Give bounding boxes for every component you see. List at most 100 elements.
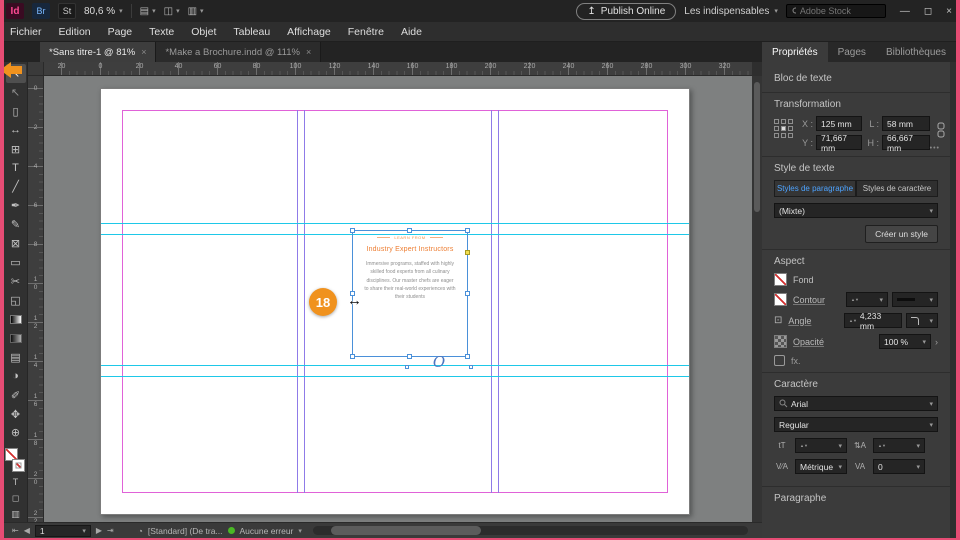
x-position-field[interactable]: 125 mm <box>816 116 862 131</box>
ruler-guide[interactable] <box>101 376 689 377</box>
frame-handle[interactable] <box>407 354 412 359</box>
more-options-icon[interactable]: ••• <box>930 145 940 152</box>
columns-options-menu[interactable]: ▥ ▾ <box>188 6 204 17</box>
constrain-proportions-icon[interactable] <box>936 122 946 143</box>
menu-tableau[interactable]: Tableau <box>233 26 270 38</box>
zoom-tool[interactable]: ⊕ <box>6 424 26 443</box>
gap-tool[interactable]: ↔ <box>6 121 26 140</box>
create-style-button[interactable]: Créer un style <box>865 225 938 243</box>
frame-handle[interactable] <box>465 354 470 359</box>
color-theme-tool[interactable]: ◑ <box>6 367 26 386</box>
ruler-origin-corner[interactable] <box>28 62 44 76</box>
tracking-select[interactable]: 0 ▾ <box>873 459 925 474</box>
height-field[interactable]: 66,667 mm <box>882 133 930 153</box>
rectangle-tool[interactable]: ▭ <box>6 253 26 272</box>
frame-handle[interactable] <box>465 228 470 233</box>
leading-select[interactable]: ▲▼ ▾ <box>873 438 925 453</box>
stroke-type-select[interactable]: ▾ <box>892 292 938 307</box>
frame-handle[interactable] <box>405 365 409 369</box>
minimize-button[interactable]: — <box>900 6 910 17</box>
page-tool[interactable]: ▯ <box>6 102 26 121</box>
selected-text-frame[interactable]: LEARN FROM Industry Expert Instructors I… <box>350 228 470 359</box>
opacity-select[interactable]: 100 % ▾ <box>879 334 931 349</box>
corner-shape-select[interactable]: ▾ <box>906 313 938 328</box>
stepper-icons[interactable]: ▲▼ <box>800 443 808 448</box>
menu-objet[interactable]: Objet <box>191 26 216 38</box>
width-field[interactable]: 58 mm <box>882 116 930 131</box>
font-style-select[interactable]: Regular ▾ <box>774 417 938 432</box>
content-collector-tool[interactable]: ⊞ <box>6 140 26 159</box>
adobe-stock-search[interactable] <box>785 4 886 18</box>
paragraph-styles-tab[interactable]: Styles de paragraphe <box>774 180 856 197</box>
tab-bibliotheques[interactable]: Bibliothèques <box>876 42 956 62</box>
tab-proprietes[interactable]: Propriétés <box>762 42 828 62</box>
gradient-swatch-tool[interactable] <box>6 310 26 329</box>
document-presets-menu[interactable]: ▤ ▾ <box>140 6 156 17</box>
search-input[interactable] <box>799 6 880 16</box>
stroke-label[interactable]: Contour <box>793 295 825 305</box>
gradient-feather-tool[interactable] <box>6 329 26 348</box>
menu-texte[interactable]: Texte <box>149 26 174 38</box>
frame-handle[interactable] <box>465 290 470 296</box>
character-styles-tab[interactable]: Styles de caractère <box>856 180 938 197</box>
expand-arrow-icon[interactable]: › <box>935 337 938 347</box>
screen-mode-toggle[interactable]: ▥ <box>6 506 26 522</box>
y-position-field[interactable]: 71,667 mm <box>816 133 862 153</box>
font-family-select[interactable]: Arial ▾ <box>774 396 938 411</box>
menu-aide[interactable]: Aide <box>401 26 422 38</box>
note-tool[interactable]: ▤ <box>6 348 26 367</box>
free-transform-tool[interactable]: ◱ <box>6 291 26 310</box>
chevron-down-icon[interactable]: ▾ <box>298 527 302 535</box>
effects-icon[interactable] <box>774 355 785 366</box>
fx-label[interactable]: fx. <box>791 356 801 366</box>
kerning-select[interactable]: Métrique ▾ <box>795 459 847 474</box>
maximize-button[interactable]: ◻ <box>924 6 932 17</box>
opacity-label[interactable]: Opacité <box>793 337 824 347</box>
formatting-affects-text-toggle[interactable]: T <box>6 474 26 490</box>
direct-selection-tool[interactable]: ↖ <box>6 83 26 102</box>
workspace-switcher[interactable]: Les indispensables ▾ <box>684 6 778 17</box>
frame-handle[interactable] <box>407 228 412 233</box>
type-tool[interactable]: T <box>6 159 26 178</box>
stepper-icons[interactable]: ▲▼ <box>849 318 857 323</box>
pencil-tool[interactable]: ✎ <box>6 215 26 234</box>
grid-options-menu[interactable]: ◫ ▾ <box>164 6 180 17</box>
close-icon[interactable]: × <box>141 47 146 57</box>
menu-fichier[interactable]: Fichier <box>10 26 42 38</box>
horizontal-scrollbar[interactable] <box>312 526 748 535</box>
scissors-tool[interactable]: ✂ <box>6 272 26 291</box>
stroke-swatch[interactable] <box>11 459 25 473</box>
paragraph-style-select[interactable]: (Mixte) ▾ <box>774 203 938 218</box>
vertical-scrollbar[interactable] <box>752 76 762 522</box>
reference-point-proxy[interactable] <box>774 119 793 138</box>
bridge-icon[interactable]: Br <box>32 3 50 19</box>
previous-page-button[interactable]: ◀ <box>24 526 30 535</box>
stepper-icons[interactable]: ▲▼ <box>851 297 859 302</box>
line-tool[interactable]: ╱ <box>6 178 26 197</box>
close-icon[interactable]: × <box>306 47 311 57</box>
tab-pages[interactable]: Pages <box>828 42 876 62</box>
doc-tab-make-a-brochure[interactable]: *Make a Brochure.indd @ 111% × <box>156 42 322 62</box>
stepper-icons[interactable]: ▲▼ <box>878 443 886 448</box>
apply-none-button[interactable]: ◻ <box>6 490 26 506</box>
stroke-weight-select[interactable]: ▲▼ ▾ <box>846 292 888 307</box>
close-button[interactable]: × <box>946 6 952 17</box>
publish-online-button[interactable]: ↥ Publish Online <box>576 2 677 20</box>
font-size-select[interactable]: ▲▼ ▾ <box>795 438 847 453</box>
frame-handle[interactable] <box>350 354 355 359</box>
scrollbar-thumb[interactable] <box>330 526 481 535</box>
page-number-select[interactable]: 1 ▾ <box>34 524 91 537</box>
first-page-button[interactable]: ⇤ <box>12 526 19 535</box>
frame-handle[interactable] <box>350 228 355 233</box>
live-corner-handle[interactable] <box>465 250 470 255</box>
preflight-menu-icon[interactable]: ◔ <box>138 526 143 536</box>
fill-color-swatch[interactable] <box>774 273 787 286</box>
stroke-color-swatch[interactable] <box>774 293 787 306</box>
last-page-button[interactable]: ⇥ <box>107 526 114 535</box>
zoom-level-select[interactable]: 80,6 % ▾ <box>84 6 123 17</box>
rectangle-frame-tool[interactable]: ⊠ <box>6 234 26 253</box>
stock-icon[interactable]: St <box>58 3 76 19</box>
ruler-guide[interactable] <box>101 223 689 224</box>
eyedropper-tool[interactable]: ✐ <box>6 386 26 405</box>
corner-label[interactable]: Angle <box>788 316 811 326</box>
